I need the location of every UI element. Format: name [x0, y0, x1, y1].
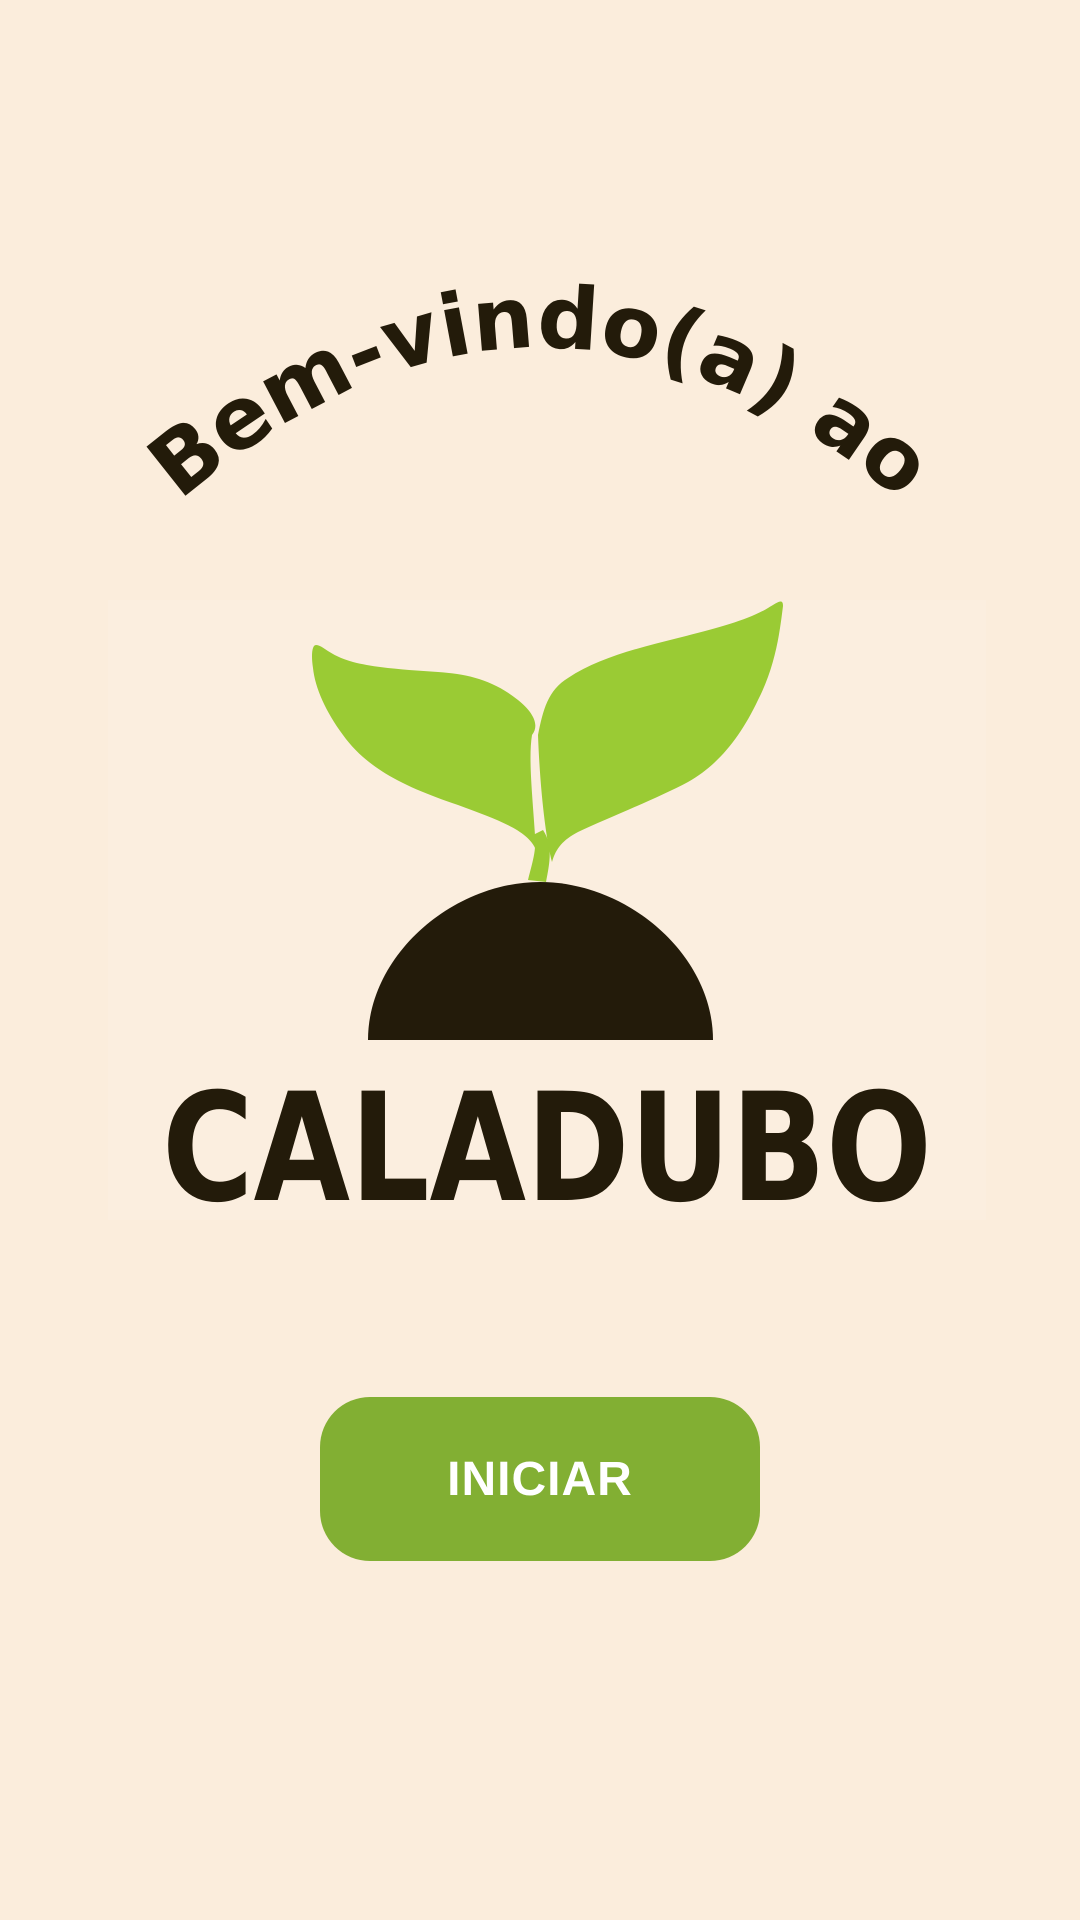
svg-text:Bem-vindo(a) ao: Bem-vindo(a) ao	[130, 268, 950, 518]
left-leaf	[312, 645, 536, 850]
soil-mound	[368, 882, 713, 1040]
right-leaf	[538, 601, 783, 862]
app-logo: CALADUBO	[108, 600, 986, 1220]
brand-wordmark: CALADUBO	[162, 1070, 932, 1220]
welcome-text: Bem-vindo(a) ao	[130, 268, 950, 518]
sprout-icon	[312, 601, 783, 1040]
start-button[interactable]: INICIAR	[320, 1397, 760, 1561]
welcome-heading: Bem-vindo(a) ao	[130, 268, 950, 518]
